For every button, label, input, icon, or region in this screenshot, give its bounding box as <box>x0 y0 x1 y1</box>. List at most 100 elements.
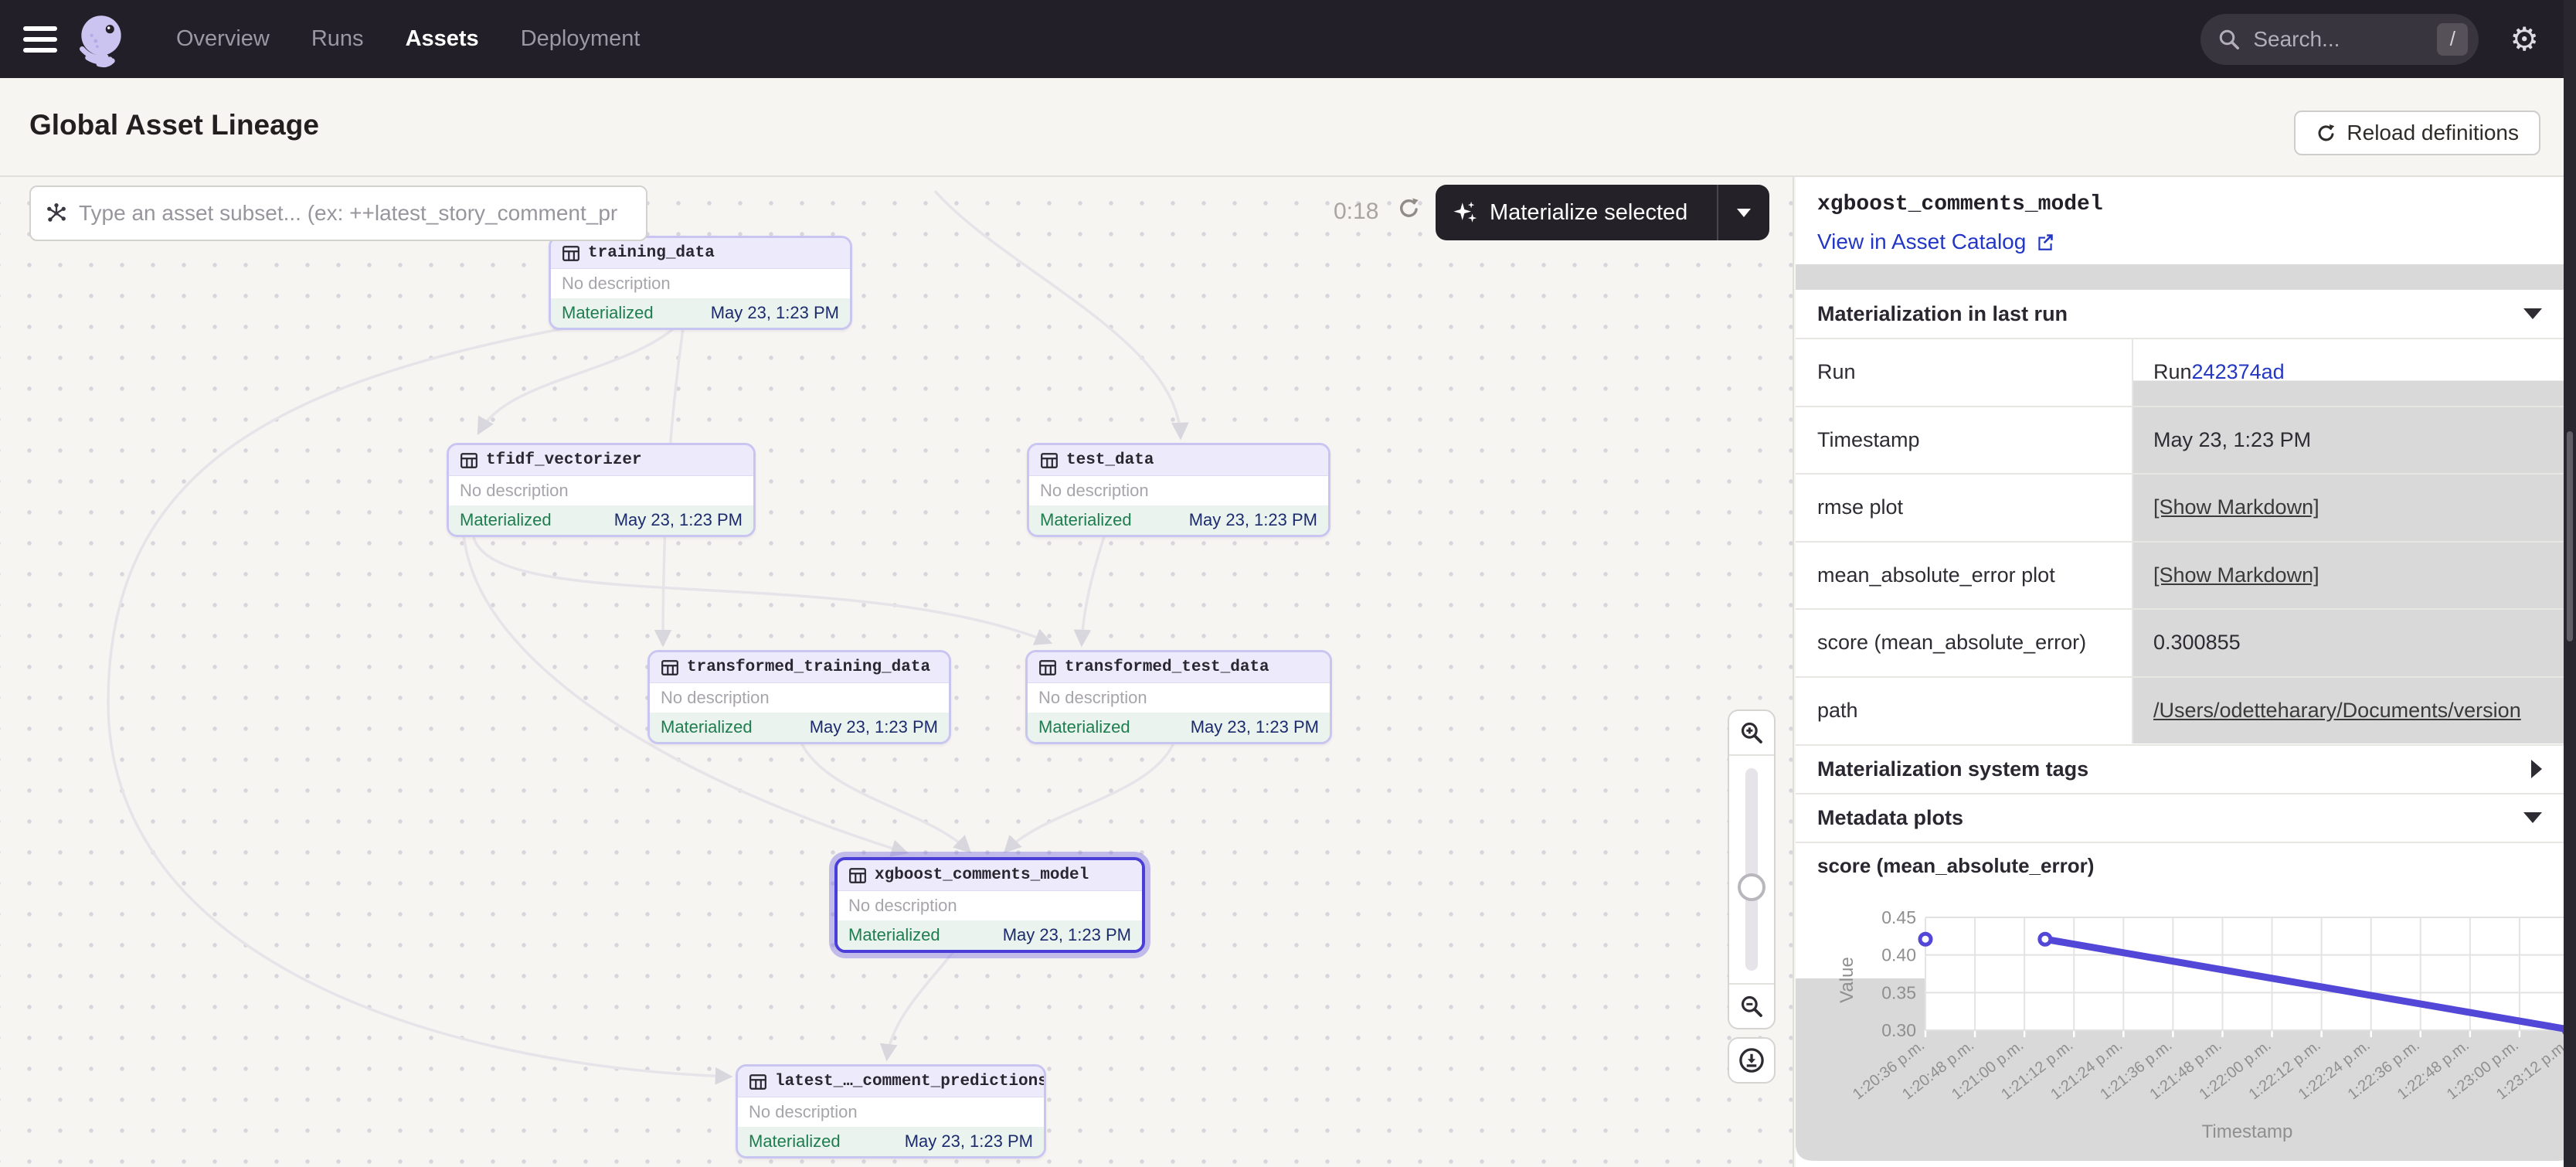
svg-text:0.40: 0.40 <box>1881 945 1916 965</box>
materialize-dropdown-button[interactable] <box>1718 209 1769 217</box>
nav-item-deployment[interactable]: Deployment <box>521 26 641 52</box>
asset-node-latest-comment-predictions[interactable]: latest_…_comment_predictions No descript… <box>736 1064 1046 1158</box>
status-badge: Materialized <box>848 925 940 945</box>
asset-name: transformed_test_data <box>1065 658 1269 676</box>
divider <box>1796 842 2576 843</box>
show-markdown-link[interactable]: [Show Markdown] <box>2153 495 2319 519</box>
asset-node-tfidf-vectorizer[interactable]: tfidf_vectorizer No description Material… <box>447 443 756 537</box>
section-label: Materialization system tags <box>1817 757 2088 781</box>
asset-description: No description <box>551 269 850 298</box>
asset-subset-filter[interactable] <box>29 185 647 241</box>
chevron-right-icon <box>2531 760 2542 778</box>
status-badge: Materialized <box>1040 510 1132 530</box>
asset-description: No description <box>738 1097 1044 1127</box>
asset-node-test-data[interactable]: test_data No description MaterializedMay… <box>1027 443 1330 537</box>
table-icon <box>562 244 580 263</box>
zoom-slider-track[interactable] <box>1745 768 1758 971</box>
table-icon <box>848 866 867 885</box>
refresh-icon <box>2316 122 2337 144</box>
run-id-link[interactable]: 242374ad <box>2192 360 2285 384</box>
show-markdown-link[interactable]: [Show Markdown] <box>2153 563 2319 587</box>
asset-name: xgboost_comments_model <box>875 866 1089 884</box>
run-prefix: Run <box>2153 360 2192 384</box>
asset-description: No description <box>650 683 949 713</box>
asset-description: No description <box>449 476 753 505</box>
metadata-plot-chart: 1:20:36 p.m.1:20:48 p.m.1:21:00 p.m.1:21… <box>1796 889 2576 1167</box>
search-input[interactable]: Search... / <box>2200 14 2479 65</box>
asset-graph-icon <box>45 202 68 225</box>
selection-band <box>1796 264 2576 290</box>
external-link-icon <box>2035 232 2055 252</box>
status-badge: Materialized <box>562 303 654 323</box>
table-row: Run Run 242374ad <box>1796 338 2576 406</box>
zoom-controls <box>1728 709 1776 1029</box>
svg-text:Value: Value <box>1837 957 1857 1003</box>
catalog-link-label: View in Asset Catalog <box>1817 230 2026 254</box>
gear-icon[interactable]: ⚙ <box>2510 23 2539 56</box>
nav-item-assets[interactable]: Assets <box>406 26 479 52</box>
graph-refresh-icon[interactable] <box>1397 196 1422 224</box>
zoom-in-button[interactable] <box>1729 711 1774 756</box>
table-row: score (mean_absolute_error) 0.300855 <box>1796 608 2576 676</box>
materialized-date: May 23, 1:23 PM <box>905 1131 1033 1152</box>
edge-training-to-tfidf <box>479 328 674 432</box>
asset-subset-input[interactable] <box>79 201 632 226</box>
section-label: Materialization in last run <box>1817 302 2068 326</box>
scrollbar-thumb[interactable] <box>2567 431 2573 641</box>
chevron-down-icon <box>2523 812 2542 823</box>
zoom-in-icon <box>1739 720 1764 745</box>
section-metadata-plots[interactable]: Metadata plots <box>1796 793 2576 841</box>
asset-name: latest_…_comment_predictions <box>775 1073 1046 1090</box>
page-scrollbar[interactable] <box>2564 0 2576 1167</box>
view-in-asset-catalog-link[interactable]: View in Asset Catalog <box>1817 230 2055 254</box>
path-link[interactable]: /Users/odetteharary/Documents/version <box>2153 699 2521 723</box>
status-badge: Materialized <box>460 510 552 530</box>
row-label: Run <box>1796 339 2133 406</box>
page-title: Global Asset Lineage <box>29 109 319 141</box>
materialize-selected-button[interactable]: Materialize selected <box>1436 185 1769 240</box>
nav-item-runs[interactable]: Runs <box>311 26 364 52</box>
row-label: score (mean_absolute_error) <box>1796 610 2133 676</box>
table-row: rmse plot [Show Markdown] <box>1796 473 2576 541</box>
edge-training-to-latest <box>108 328 729 1077</box>
reload-definitions-label: Reload definitions <box>2347 121 2519 145</box>
lineage-graph-pane[interactable]: training_data No description Materialize… <box>0 177 1794 1167</box>
download-graph-button[interactable] <box>1728 1037 1776 1084</box>
dagster-logo[interactable] <box>71 9 131 70</box>
materialized-date: May 23, 1:23 PM <box>1003 925 1131 945</box>
svg-text:Timestamp: Timestamp <box>2202 1121 2293 1142</box>
search-icon <box>2217 28 2241 51</box>
row-label: rmse plot <box>1796 475 2133 541</box>
materialize-selected-label: Materialize selected <box>1490 200 1687 226</box>
section-materialization-system-tags[interactable]: Materialization system tags <box>1796 744 2576 792</box>
section-materialization-last-run[interactable]: Materialization in last run <box>1796 290 2576 338</box>
asset-description: No description <box>1029 476 1328 505</box>
svg-text:0.45: 0.45 <box>1881 907 1916 927</box>
chevron-down-icon <box>2523 308 2542 319</box>
nav-item-overview[interactable]: Overview <box>176 26 270 52</box>
asset-name: test_data <box>1066 451 1154 469</box>
asset-node-transformed-training-data[interactable]: transformed_training_data No description… <box>647 650 951 744</box>
table-row: path /Users/odetteharary/Documents/versi… <box>1796 676 2576 744</box>
svg-text:0.35: 0.35 <box>1881 982 1916 1002</box>
menu-icon[interactable] <box>23 20 57 59</box>
asset-description: No description <box>838 891 1142 920</box>
status-badge: Materialized <box>1038 717 1130 737</box>
asset-details-panel: xgboost_comments_model View in Asset Cat… <box>1796 177 2576 1167</box>
status-badge: Materialized <box>749 1131 841 1152</box>
row-value: May 23, 1:23 PM <box>2133 407 2576 474</box>
asset-node-training-data[interactable]: training_data No description Materialize… <box>549 236 852 330</box>
zoom-out-icon <box>1739 994 1764 1019</box>
table-row: Timestamp May 23, 1:23 PM <box>1796 406 2576 474</box>
asset-name: transformed_training_data <box>687 658 930 676</box>
asset-node-transformed-test-data[interactable]: transformed_test_data No description Mat… <box>1025 650 1332 744</box>
sparkle-icon <box>1453 199 1479 226</box>
search-placeholder: Search... <box>2253 27 2437 52</box>
zoom-slider-thumb[interactable] <box>1738 873 1765 901</box>
download-icon <box>1738 1046 1765 1074</box>
asset-node-xgboost-comments-model[interactable]: xgboost_comments_model No description Ma… <box>834 857 1145 953</box>
zoom-out-button[interactable] <box>1729 983 1774 1028</box>
metadata-table: Run Run 242374ad Timestamp May 23, 1:23 … <box>1796 338 2576 743</box>
row-label: mean_absolute_error plot <box>1796 543 2133 609</box>
reload-definitions-button[interactable]: Reload definitions <box>2294 111 2540 155</box>
